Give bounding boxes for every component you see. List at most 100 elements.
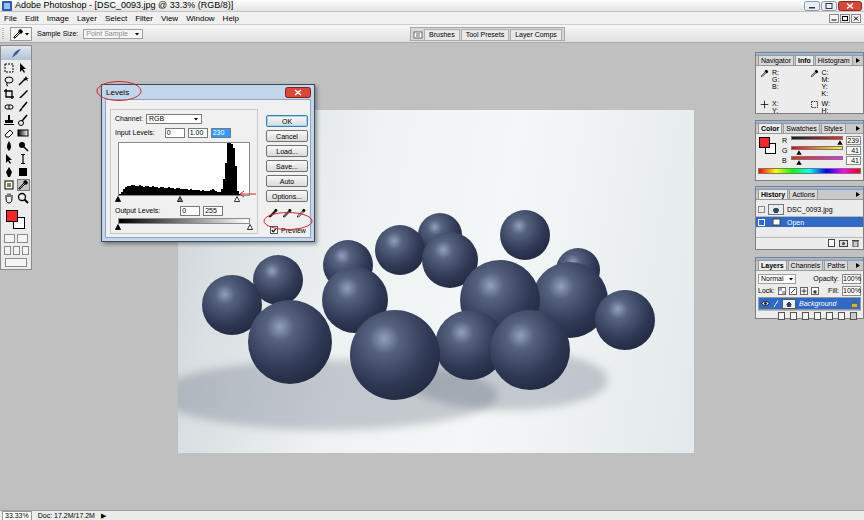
move-tool[interactable] <box>17 62 30 74</box>
palette-tab[interactable]: History <box>758 189 788 199</box>
quick-mask-button[interactable] <box>17 234 28 243</box>
zoom-tool[interactable] <box>17 192 30 204</box>
foreground-color-swatch[interactable] <box>759 137 770 148</box>
maximize-icon[interactable] <box>821 1 837 11</box>
channel-value-field[interactable]: 41 <box>846 146 861 155</box>
type-cursor-tool[interactable] <box>17 153 30 165</box>
dialog-button[interactable]: Auto <box>266 175 308 187</box>
link-icon[interactable] <box>777 312 786 320</box>
input-level-field[interactable]: 1.00 <box>188 128 208 138</box>
palette-tab[interactable]: Channels <box>788 260 824 270</box>
adjustment-layer-icon[interactable] <box>813 312 822 320</box>
palette-tab[interactable]: Navigator <box>758 55 794 65</box>
palette-menu-icon[interactable] <box>855 57 863 64</box>
lasso-tool[interactable] <box>3 75 16 87</box>
menu-item[interactable]: View <box>157 13 182 24</box>
pen-tool[interactable] <box>3 166 16 178</box>
snapshot-icon[interactable] <box>839 239 848 247</box>
channel-select[interactable]: RGB <box>146 114 202 124</box>
shape-tool[interactable] <box>17 166 30 178</box>
output-slider-thumb[interactable] <box>115 224 121 230</box>
palette-well-tab[interactable]: Brushes <box>424 29 460 40</box>
layer-mask-icon[interactable] <box>801 312 810 320</box>
menu-item[interactable]: Edit <box>21 13 43 24</box>
dialog-button[interactable]: Load... <box>266 145 308 157</box>
preview-checkbox[interactable] <box>270 226 278 234</box>
white-eyedropper-icon[interactable] <box>296 208 306 218</box>
new-document-icon[interactable] <box>827 239 836 247</box>
palette-tab[interactable]: Color <box>758 123 782 133</box>
output-level-field[interactable]: 255 <box>203 206 223 216</box>
output-level-field[interactable]: 0 <box>180 206 200 216</box>
palette-well-tab[interactable]: Tool Presets <box>461 29 510 40</box>
dialog-button[interactable]: OK <box>266 115 308 127</box>
layer-row[interactable]: Background <box>758 297 861 310</box>
zoom-field[interactable]: 33.33% <box>2 511 32 520</box>
document-close-icon[interactable] <box>851 14 861 23</box>
palette-menu-icon[interactable] <box>855 125 863 132</box>
imageready-button[interactable] <box>5 258 27 267</box>
palette-tab[interactable]: Actions <box>789 189 818 199</box>
input-level-field[interactable]: 0 <box>165 128 185 138</box>
history-brush-tool[interactable] <box>17 114 30 126</box>
layer-style-icon[interactable] <box>789 312 798 320</box>
history-item[interactable]: DSC_0093.jpg <box>756 202 863 217</box>
palette-tab[interactable]: Swatches <box>783 123 819 133</box>
trash-icon[interactable] <box>849 312 858 320</box>
screen-mode-button[interactable] <box>22 246 29 255</box>
menu-item[interactable]: File <box>0 13 21 24</box>
sample-size-select[interactable]: Point Sample <box>83 29 143 39</box>
document-minimize-icon[interactable] <box>829 14 839 23</box>
menu-item[interactable]: Layer <box>73 13 101 24</box>
color-ramp[interactable] <box>758 168 861 174</box>
palette-menu-icon[interactable] <box>855 191 863 198</box>
palette-menu-icon[interactable] <box>855 262 863 269</box>
eyedropper-tool[interactable] <box>17 179 30 191</box>
channel-value-field[interactable]: 239 <box>846 136 861 145</box>
minimize-icon[interactable] <box>804 1 820 11</box>
input-slider-thumb[interactable] <box>115 196 121 202</box>
menu-item[interactable]: Filter <box>131 13 157 24</box>
stamp-tool[interactable] <box>3 114 16 126</box>
layer-group-icon[interactable] <box>825 312 834 320</box>
close-icon[interactable] <box>838 1 862 11</box>
opacity-field[interactable]: 100% <box>842 274 861 284</box>
gradient-tool[interactable] <box>17 127 30 139</box>
visibility-eye-icon[interactable] <box>761 300 770 307</box>
channel-value-field[interactable]: 41 <box>846 156 861 165</box>
dialog-button[interactable]: Options... <box>266 190 308 202</box>
new-layer-icon[interactable] <box>837 312 846 320</box>
color-slider-thumb[interactable] <box>796 150 802 155</box>
lock-position-icon[interactable] <box>800 287 808 295</box>
blend-mode-select[interactable]: Normal <box>758 274 796 284</box>
color-slider-thumb[interactable] <box>837 140 843 145</box>
tool-preset-picker[interactable] <box>10 27 32 41</box>
menu-item[interactable]: Select <box>101 13 131 24</box>
slice-tool[interactable] <box>17 88 30 100</box>
trash-icon[interactable] <box>851 239 860 247</box>
lock-all-icon[interactable] <box>811 287 819 295</box>
input-slider-thumb[interactable] <box>177 196 183 202</box>
path-select-tool[interactable] <box>3 153 16 165</box>
foreground-color-swatch[interactable] <box>6 210 18 222</box>
input-level-field[interactable]: 230 <box>211 128 231 138</box>
dialog-button[interactable]: Cancel <box>266 130 308 142</box>
fill-field[interactable]: 100% <box>842 286 861 296</box>
hand-tool[interactable] <box>3 192 16 204</box>
black-eyedropper-icon[interactable] <box>268 208 278 218</box>
menu-item[interactable]: Image <box>43 13 73 24</box>
magic-wand-tool[interactable] <box>17 75 30 87</box>
document-restore-icon[interactable] <box>840 14 850 23</box>
gray-eyedropper-icon[interactable] <box>282 208 292 218</box>
menu-item[interactable]: Window <box>182 13 218 24</box>
crop-tool[interactable] <box>3 88 16 100</box>
palette-tab[interactable]: Paths <box>824 260 848 270</box>
brush-tool[interactable] <box>17 101 30 113</box>
lock-pixels-icon[interactable] <box>789 287 797 295</box>
palette-tab[interactable]: Styles <box>821 123 846 133</box>
lock-transparency-icon[interactable] <box>778 287 786 295</box>
blur-tool[interactable] <box>3 140 16 152</box>
history-item[interactable]: Open <box>756 217 863 227</box>
palette-tab[interactable]: Histogram <box>815 55 853 65</box>
close-icon[interactable] <box>285 87 311 98</box>
